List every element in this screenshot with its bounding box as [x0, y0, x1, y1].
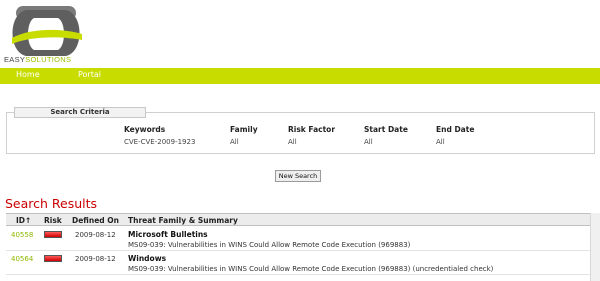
column-header-id[interactable]: ID↑ — [16, 216, 31, 225]
criteria-value: All — [436, 138, 445, 146]
risk-indicator — [44, 255, 62, 262]
top-nav-bar: Home Portal — [0, 68, 600, 84]
criteria-value: CVE-CVE-2009-1923 — [124, 138, 196, 146]
criteria-keywords: Keywords CVE-CVE-2009-1923 — [124, 125, 195, 146]
criteria-risk-factor: Risk Factor All — [288, 125, 335, 146]
criteria-header: End Date — [436, 125, 475, 134]
column-header-summary[interactable]: Threat Family & Summary — [128, 216, 238, 225]
criteria-start-date: Start Date All — [364, 125, 408, 146]
criteria-header: Start Date — [364, 125, 408, 134]
row-id-link[interactable]: 40558 — [11, 231, 33, 239]
brand-prefix: EASY — [4, 55, 26, 64]
search-criteria-title: Search Criteria — [14, 107, 146, 118]
vertical-scrollbar[interactable] — [590, 213, 600, 281]
column-header-risk[interactable]: Risk — [44, 216, 62, 225]
criteria-header: Risk Factor — [288, 125, 336, 134]
table-row: 40558 2009-08-12 Microsoft Bulletins MS0… — [6, 229, 590, 251]
criteria-header: Family — [230, 125, 258, 134]
criteria-value: All — [364, 138, 373, 146]
criteria-value: All — [288, 138, 297, 146]
new-search-button[interactable]: New Search — [275, 170, 321, 182]
nav-portal[interactable]: Portal — [78, 70, 101, 79]
risk-indicator — [44, 231, 62, 238]
row-family: Microsoft Bulletins — [128, 230, 208, 239]
nav-home[interactable]: Home — [16, 70, 40, 79]
column-header-defined-on[interactable]: Defined On — [72, 216, 119, 225]
criteria-end-date: End Date All — [436, 125, 474, 146]
row-family: Windows — [128, 254, 167, 263]
row-id-link[interactable]: 40564 — [11, 255, 33, 263]
brand-wordmark: EASYSOLUTIONS — [4, 55, 71, 64]
row-summary: MS09-039: Vulnerabilities in WINS Could … — [128, 241, 411, 249]
brand-suffix: SOLUTIONS — [25, 55, 72, 64]
table-row: 40564 2009-08-12 Windows MS09-039: Vulne… — [6, 253, 590, 275]
row-defined-on: 2009-08-12 — [75, 255, 116, 263]
row-summary: MS09-039: Vulnerabilities in WINS Could … — [128, 265, 494, 273]
criteria-value: All — [230, 138, 239, 146]
row-defined-on: 2009-08-12 — [75, 231, 116, 239]
criteria-header: Keywords — [124, 125, 166, 134]
results-table-header: ID↑ Risk Defined On Threat Family & Summ… — [6, 213, 590, 226]
search-results-title: Search Results — [5, 196, 98, 211]
criteria-family: Family All — [230, 125, 258, 146]
